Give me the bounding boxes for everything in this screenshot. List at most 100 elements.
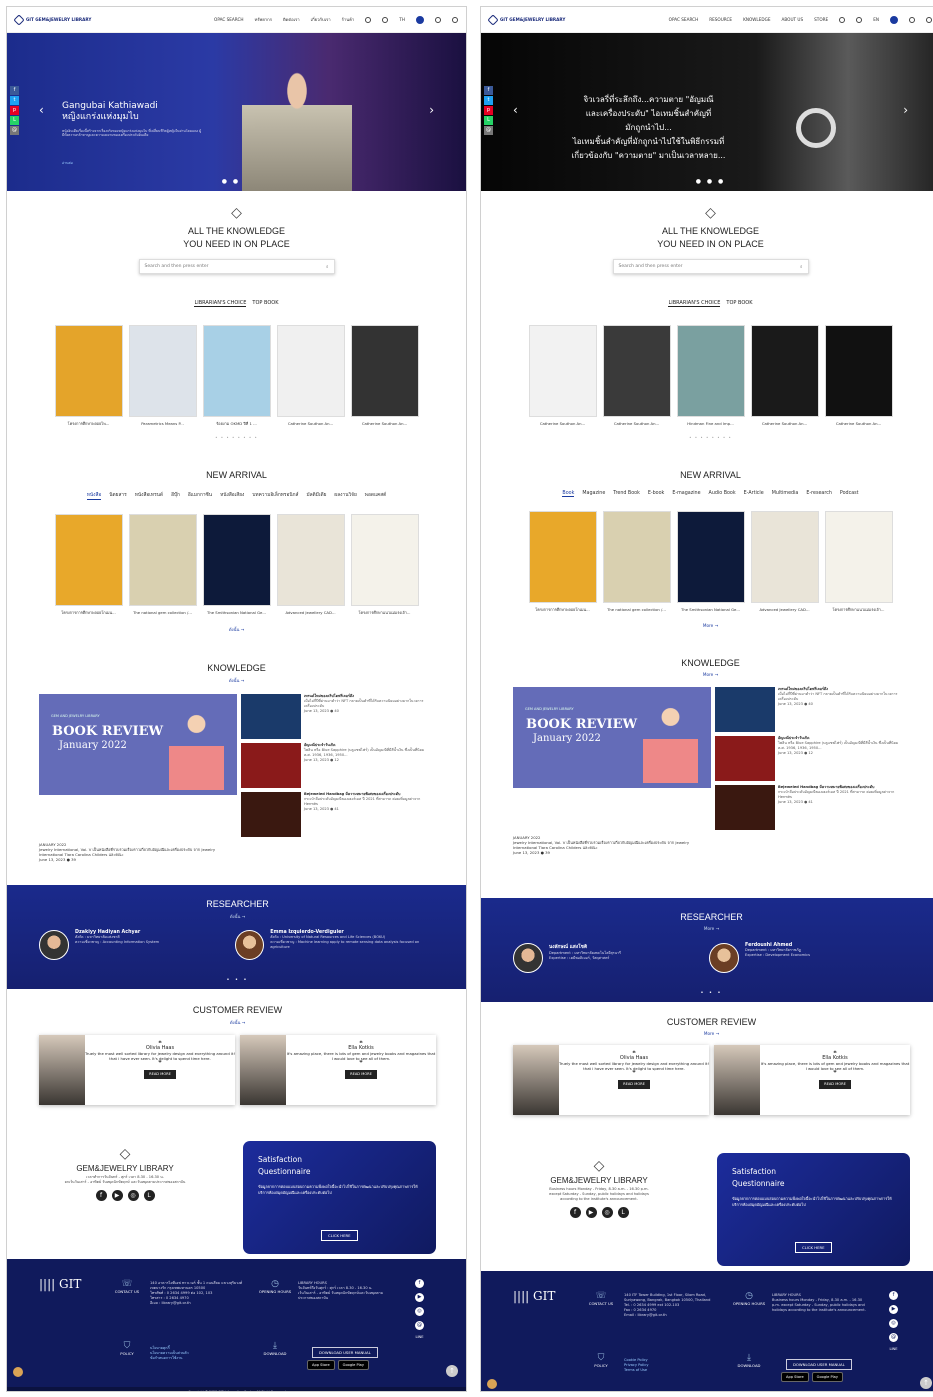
book-cover[interactable]	[528, 511, 597, 603]
book-title[interactable]: Catherine Southon An...	[603, 421, 671, 426]
menu-item-3[interactable]: KNOWLEDGE	[743, 17, 770, 22]
site-logo[interactable]: GIT GEM&JEWELRY LIBRARY	[13, 13, 155, 26]
researcher-more-link[interactable]: ดังนั้น →	[7, 913, 466, 920]
line-icon[interactable]: L	[617, 1207, 629, 1218]
facebook-icon[interactable]: f	[10, 86, 19, 95]
carousel-dots[interactable]: • • • • • • • •	[481, 435, 933, 440]
cart-icon[interactable]	[926, 16, 932, 23]
cart-icon[interactable]	[452, 16, 458, 23]
book-card[interactable]: Catherine Southon An...	[602, 325, 671, 426]
book-card[interactable]: Parametrics Means P...	[128, 325, 197, 426]
book-cover[interactable]	[202, 325, 271, 417]
review-more-link[interactable]: ดังนั้น →	[7, 1019, 466, 1026]
book-card[interactable]: Advanced Jewellery CAD...	[750, 511, 819, 612]
book-card[interactable]: โครงการการศึกษาพลอยโกเมน...	[528, 511, 597, 612]
knowledge-item[interactable]: อัญมณีประจำวันเกิด ไพลิน หรือ Blue Sapphi…	[241, 743, 429, 788]
book-title[interactable]: The national gem collection /...	[603, 607, 671, 612]
book-title[interactable]: Catherine Southon An...	[351, 421, 419, 426]
book-cover[interactable]	[750, 325, 819, 417]
settings-icon[interactable]	[382, 16, 389, 23]
user-icon[interactable]	[890, 15, 898, 24]
book-card[interactable]: The Smithsonian National Ge...	[676, 511, 745, 612]
book-cover[interactable]	[350, 325, 419, 417]
book-card[interactable]: โครงการศึกษาแนวแม่แรงเจ้า...	[824, 511, 893, 612]
tab-librarians-choice[interactable]: LIBRARIAN'S CHOICE	[194, 300, 247, 307]
book-card[interactable]: ร้อยงาม OKMD ปีที่ 1 ...	[202, 325, 271, 426]
knowledge-thumbnail[interactable]	[715, 687, 775, 732]
git-logo[interactable]: |||| GIT	[513, 1289, 555, 1303]
book-title[interactable]: The national gem collection /...	[129, 610, 197, 615]
researcher-more-link[interactable]: More →	[481, 926, 933, 931]
knowledge-thumbnail[interactable]	[241, 694, 301, 739]
back-to-top-icon[interactable]: ↑	[920, 1377, 932, 1389]
read-more-button[interactable]: READ MORE	[345, 1070, 377, 1079]
knowledge-item-title[interactable]: เทรนด์ใหม่ของคริปโตฟรีเจอร์ดึง	[304, 694, 354, 698]
search-icon[interactable]	[365, 16, 372, 23]
app-store-badge[interactable]: App Store	[307, 1360, 335, 1370]
policy-links[interactable]: Cookie Policy Privacy Policy Terms of Us…	[624, 1358, 649, 1373]
book-cover[interactable]	[128, 325, 197, 417]
media-tab[interactable]: Book	[562, 491, 575, 497]
line-label[interactable]: LINE	[415, 1335, 423, 1339]
media-tab[interactable]: E-Article	[744, 491, 764, 497]
book-cover[interactable]	[202, 514, 271, 606]
youtube-icon[interactable]: ▶	[415, 1293, 424, 1302]
tab-top-book[interactable]: TOP BOOK	[252, 300, 278, 307]
researcher-card[interactable]: Emma Izquierdo-Verdiguier สังกัด : Univer…	[235, 930, 435, 960]
media-tab[interactable]: อีบุ๊ก	[171, 491, 180, 500]
satisfaction-questionnaire-card[interactable]: Satisfaction Questionnaire ข้อมูลจากการตอ…	[717, 1153, 910, 1266]
menu-item-5[interactable]: ร้านค้า	[342, 16, 355, 23]
book-title[interactable]: โครงการศึกษาแนวแม่แรงเจ้า...	[825, 607, 893, 613]
bookmark-icon[interactable]	[909, 16, 915, 23]
knowledge-more-link[interactable]: ดังนั้น →	[7, 677, 466, 684]
media-tab[interactable]: E-magazine	[672, 491, 700, 497]
policy-links[interactable]: นโยบายคุกกี้ นโยบายความเป็นส่วนตัว ข้อกำ…	[150, 1346, 189, 1361]
menu-item-4[interactable]: ABOUT US	[782, 17, 804, 22]
book-title[interactable]: The Smithsonian National Ge...	[203, 610, 271, 615]
knowledge-more-link[interactable]: More →	[481, 672, 933, 677]
media-tab[interactable]: Trend Book	[613, 491, 640, 497]
back-to-top-icon[interactable]: ↑	[446, 1365, 458, 1377]
book-review-banner[interactable]: GEM AND JEWELRY LIBRARY BOOK REVIEW Januar…	[513, 687, 711, 788]
menu-item-2[interactable]: ทรัพยากร	[255, 16, 272, 23]
researcher-card[interactable]: นงลักษณ์ แสงโชติ Department : มหาวิทยาลัย…	[513, 943, 713, 973]
media-tab[interactable]: ผลงานวิจัย	[334, 491, 356, 500]
media-tab[interactable]: Podcast	[840, 491, 859, 497]
researcher-name[interactable]: นงลักษณ์ แสงโชติ	[549, 943, 621, 951]
researcher-dots[interactable]: • • •	[7, 977, 466, 983]
book-title[interactable]: Advanced Jewellery CAD...	[751, 607, 819, 612]
media-tab[interactable]: นิตยสาร	[109, 491, 126, 500]
media-tab[interactable]: Magazine	[582, 491, 605, 497]
media-tab[interactable]: Multimedia	[772, 491, 799, 497]
line-icon[interactable]: L	[10, 116, 19, 125]
language-switch[interactable]: EN	[873, 17, 879, 22]
book-card[interactable]: Advanced Jewellery CAD...	[276, 514, 345, 615]
facebook-icon[interactable]: f	[95, 1190, 107, 1201]
researcher-dots[interactable]: • • •	[481, 990, 933, 996]
tab-top-book[interactable]: TOP BOOK	[726, 300, 752, 307]
book-title[interactable]: Catherine Southon An...	[751, 421, 819, 426]
book-cover[interactable]	[276, 514, 345, 606]
email-icon[interactable]: @	[415, 1321, 424, 1330]
tab-librarians-choice[interactable]: LIBRARIAN'S CHOICE	[668, 300, 721, 307]
knowledge-item[interactable]: Bejeweled Handbag มีความหมายพิเศษของเครื…	[715, 785, 903, 830]
book-title[interactable]: Advanced Jewellery CAD...	[277, 610, 345, 615]
knowledge-item-title[interactable]: อัญมณีประจำวันเกิด	[304, 743, 335, 747]
read-more-button[interactable]: READ MORE	[618, 1080, 650, 1089]
read-more-button[interactable]: READ MORE	[819, 1080, 851, 1089]
search-icon[interactable]: ⌕	[800, 264, 803, 270]
google-play-badge[interactable]: Google Play	[337, 1360, 369, 1370]
researcher-card[interactable]: Dzakiyy Hadiyan Achyar สังกัด : มหาวิทยาล…	[39, 930, 239, 960]
line-label[interactable]: LINE	[889, 1347, 897, 1351]
mail-icon[interactable]: @	[10, 126, 19, 135]
book-cover[interactable]	[602, 325, 671, 417]
next-slide-icon[interactable]: ›	[429, 103, 434, 117]
book-review-banner[interactable]: GEM AND JEWELRY LIBRARY BOOK REVIEW Januar…	[39, 694, 237, 795]
click-here-button[interactable]: CLICK HERE	[321, 1230, 358, 1241]
book-cover[interactable]	[602, 511, 671, 603]
hero-read-more-link[interactable]: อ่านต่อ	[62, 160, 73, 166]
language-switch[interactable]: TH	[399, 17, 405, 22]
instagram-icon[interactable]: ◎	[127, 1190, 139, 1201]
facebook-icon[interactable]: f	[569, 1207, 581, 1218]
bookmark-icon[interactable]	[435, 16, 441, 23]
